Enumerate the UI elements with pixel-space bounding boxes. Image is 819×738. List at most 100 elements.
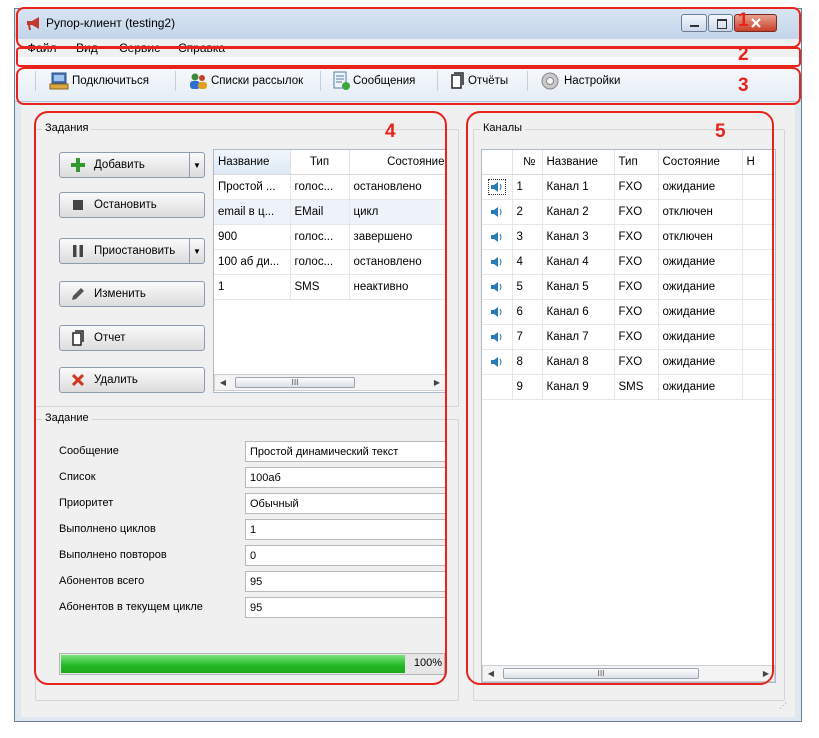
mailing-lists-button[interactable]: Списки рассылок	[188, 71, 303, 91]
field-label: Выполнено циклов	[59, 523, 156, 535]
people-icon	[190, 73, 207, 89]
channel-name-cell: Канал 5	[542, 274, 615, 300]
channel-state-cell: ожидание	[658, 349, 743, 375]
channel-state-cell: ожидание	[658, 174, 743, 200]
field-value[interactable]: 100аб	[245, 467, 446, 488]
reports-button[interactable]: Отчёты	[449, 71, 508, 91]
channel-extra-cell	[742, 199, 775, 225]
task-name-cell: 1	[214, 274, 291, 300]
add-button[interactable]: Добавить ▼	[59, 152, 205, 178]
stop-button[interactable]: Остановить	[59, 192, 205, 218]
column-header-extra[interactable]: Н	[742, 150, 775, 175]
resize-grip-icon[interactable]: ⋰	[779, 701, 791, 713]
tasks-table[interactable]: Название Тип Состояние Простой ... голос.…	[213, 149, 447, 393]
table-row[interactable]: email в ц... EMail цикл	[214, 199, 446, 225]
column-header-number[interactable]: №	[512, 150, 543, 175]
toolbar-separator	[320, 71, 321, 91]
channel-speaker-cell[interactable]	[482, 174, 513, 200]
channel-num-cell: 6	[512, 299, 543, 325]
table-row[interactable]: 2 Канал 2 FXO отключен	[482, 199, 775, 225]
table-row[interactable]: 4 Канал 4 FXO ожидание	[482, 249, 775, 275]
maximize-button[interactable]	[708, 14, 733, 32]
messages-button[interactable]: Сообщения	[332, 71, 415, 91]
channel-speaker-cell[interactable]	[482, 199, 513, 225]
channel-extra-cell	[742, 224, 775, 250]
channel-speaker-cell[interactable]	[482, 299, 513, 325]
table-row[interactable]: Простой ... голос... остановлено	[214, 174, 446, 200]
field-label: Приоритет	[59, 497, 114, 509]
task-name-cell: Простой ...	[214, 174, 291, 200]
task-name-cell: email в ц...	[214, 199, 291, 225]
field-value[interactable]: 95	[245, 597, 446, 618]
menu-view[interactable]: Вид	[76, 41, 98, 55]
table-row[interactable]: 5 Канал 5 FXO ожидание	[482, 274, 775, 300]
scroll-thumb[interactable]: III	[235, 377, 355, 388]
field-value[interactable]: Простой динамический текст	[245, 441, 446, 462]
column-header-channel-type[interactable]: Тип	[614, 150, 659, 175]
edit-label: Изменить	[94, 288, 146, 300]
scroll-right-icon[interactable]: ▶	[429, 375, 445, 390]
scroll-right-icon[interactable]: ▶	[758, 666, 774, 681]
table-row[interactable]: 3 Канал 3 FXO отключен	[482, 224, 775, 250]
scroll-left-icon[interactable]: ◀	[483, 666, 499, 681]
table-row[interactable]: 900 голос... завершено	[214, 224, 446, 250]
field-value[interactable]: 95	[245, 571, 446, 592]
table-row[interactable]: 6 Канал 6 FXO ожидание	[482, 299, 775, 325]
column-header-name[interactable]: Название	[214, 150, 291, 175]
connect-label: Подключиться	[72, 75, 150, 87]
scroll-left-icon[interactable]: ◀	[215, 375, 231, 390]
channel-speaker-cell[interactable]	[482, 324, 513, 350]
channel-name-cell: Канал 8	[542, 349, 615, 375]
speaker-icon	[490, 256, 502, 267]
field-value[interactable]: 0	[245, 545, 446, 566]
settings-button[interactable]: Настройки	[539, 71, 620, 91]
chevron-down-icon[interactable]: ▼	[189, 153, 204, 177]
minimize-button[interactable]	[681, 14, 707, 32]
table-row[interactable]: 1 Канал 1 FXO ожидание	[482, 174, 775, 200]
document-icon	[333, 71, 350, 90]
task-type-cell: голос...	[290, 174, 350, 200]
task-type-cell: EMail	[290, 199, 350, 225]
edit-button[interactable]: Изменить	[59, 281, 205, 307]
table-row[interactable]: 8 Канал 8 FXO ожидание	[482, 349, 775, 375]
channel-name-cell: Канал 1	[542, 174, 615, 200]
channel-speaker-cell[interactable]	[482, 349, 513, 375]
pause-button[interactable]: Приостановить ▼	[59, 238, 205, 264]
menu-help[interactable]: Справка	[178, 41, 225, 55]
connect-button[interactable]: Подключиться	[49, 71, 149, 91]
table-row[interactable]: 1 SMS неактивно	[214, 274, 446, 300]
tasks-group-title: Задания	[42, 122, 92, 134]
channels-horizontal-scrollbar[interactable]: ◀ III ▶	[482, 665, 775, 682]
menu-file[interactable]: Файл	[27, 41, 57, 55]
field-value[interactable]: Обычный	[245, 493, 446, 514]
channel-speaker-cell[interactable]	[482, 224, 513, 250]
column-header-channel-name[interactable]: Название	[542, 150, 615, 175]
channel-type-cell: FXO	[614, 299, 659, 325]
table-row[interactable]: 9 Канал 9 SMS ожидание	[482, 374, 775, 400]
task-name-cell: 100 аб ди...	[214, 249, 291, 275]
title-bar[interactable]: Рупор-клиент (testing2)	[15, 9, 801, 39]
channel-name-cell: Канал 6	[542, 299, 615, 325]
column-header-type[interactable]: Тип	[290, 150, 350, 175]
main-window: Рупор-клиент (testing2) Файл Вид Сервис …	[14, 8, 802, 722]
scroll-thumb[interactable]: III	[503, 668, 699, 679]
column-header-channel-state[interactable]: Состояние	[658, 150, 743, 175]
channel-speaker-cell[interactable]	[482, 249, 513, 275]
report-button[interactable]: Отчет	[59, 325, 205, 351]
field-value[interactable]: 1	[245, 519, 446, 540]
column-header-state[interactable]: Состояние	[349, 150, 446, 175]
channel-speaker-cell[interactable]	[482, 374, 513, 400]
channels-table[interactable]: № Название Тип Состояние Н 1 Канал 1 FXO ож…	[481, 149, 776, 683]
menu-service[interactable]: Сервис	[119, 41, 160, 55]
annotation-number-3: 3	[738, 75, 749, 96]
chevron-down-icon[interactable]: ▼	[189, 239, 204, 263]
table-row[interactable]: 7 Канал 7 FXO ожидание	[482, 324, 775, 350]
empty-row	[214, 348, 446, 372]
channel-num-cell: 2	[512, 199, 543, 225]
channel-num-cell: 9	[512, 374, 543, 400]
table-row[interactable]: 100 аб ди... голос... остановлено	[214, 249, 446, 275]
column-header-speaker[interactable]	[482, 150, 513, 175]
delete-button[interactable]: Удалить	[59, 367, 205, 393]
tasks-horizontal-scrollbar[interactable]: ◀ III ▶	[214, 374, 446, 391]
channel-speaker-cell[interactable]	[482, 274, 513, 300]
